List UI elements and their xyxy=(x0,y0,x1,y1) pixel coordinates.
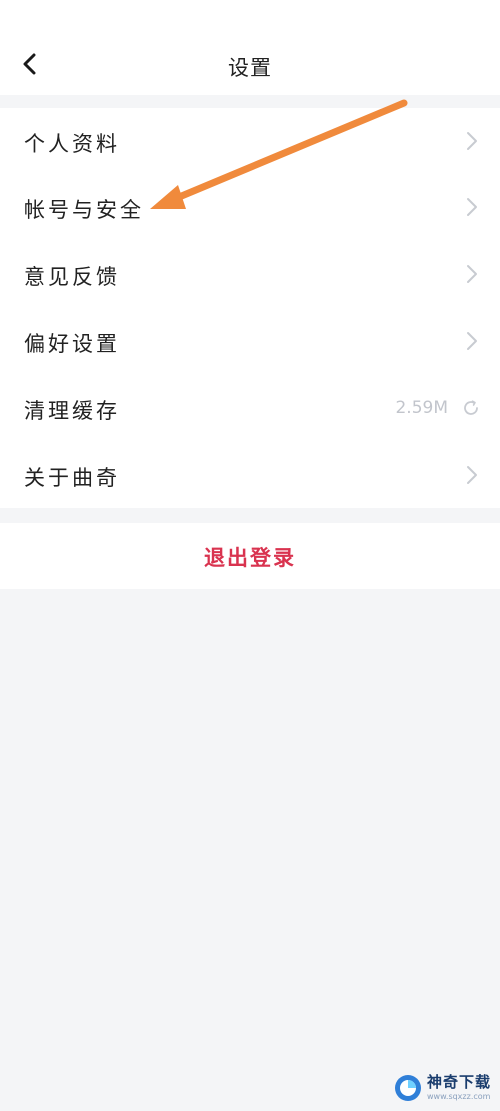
refresh-icon xyxy=(464,400,478,415)
menu-item-profile[interactable]: 个人资料 xyxy=(0,108,500,174)
menu-item-account-security[interactable]: 帐号与安全 xyxy=(0,174,500,240)
menu-item-label: 关于曲奇 xyxy=(24,466,120,490)
menu-item-about[interactable]: 关于曲奇 xyxy=(0,442,500,508)
chevron-right-icon xyxy=(467,265,477,283)
menu-item-feedback[interactable]: 意见反馈 xyxy=(0,241,500,307)
chevron-right-icon xyxy=(467,466,477,484)
menu-item-label: 清理缓存 xyxy=(24,399,120,423)
page-title: 设置 xyxy=(228,56,272,80)
logout-button[interactable]: 退出登录 xyxy=(0,523,500,589)
logout-label: 退出登录 xyxy=(204,545,296,570)
top-bar: 设置 xyxy=(0,0,500,95)
watermark-title: 神奇下载 xyxy=(427,1073,492,1091)
chevron-right-icon xyxy=(467,198,477,216)
watermark-logo-icon xyxy=(395,1075,421,1101)
menu-item-preferences[interactable]: 偏好设置 xyxy=(0,308,500,374)
watermark-url: www.sqxzz.com xyxy=(427,1092,491,1101)
cache-size-value: 2.59M xyxy=(395,398,448,418)
chevron-right-icon xyxy=(467,132,477,150)
menu-item-label: 偏好设置 xyxy=(24,332,120,356)
chevron-right-icon xyxy=(467,332,477,350)
settings-list: 个人资料 帐号与安全 意见反馈 偏好设置 清理缓存 2.59M 关于曲奇 xyxy=(0,108,500,508)
menu-item-clear-cache[interactable]: 清理缓存 2.59M xyxy=(0,375,500,441)
menu-item-label: 帐号与安全 xyxy=(24,198,144,222)
menu-item-label: 意见反馈 xyxy=(24,265,120,289)
section-divider xyxy=(0,508,500,523)
section-divider xyxy=(0,95,500,108)
menu-item-label: 个人资料 xyxy=(24,132,120,156)
watermark: 神奇下载 www.sqxzz.com xyxy=(393,1065,500,1111)
